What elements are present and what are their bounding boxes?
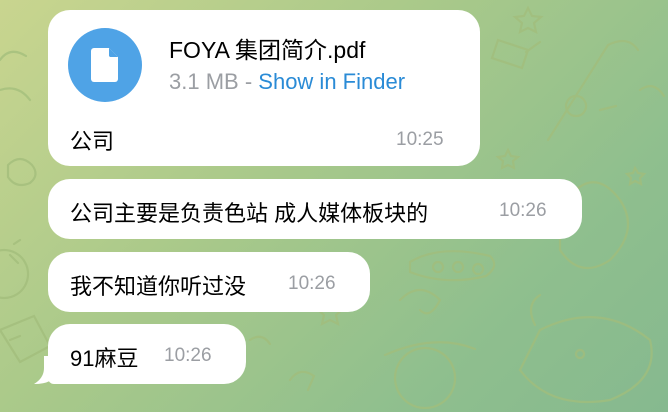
- show-in-finder-link[interactable]: Show in Finder: [258, 69, 405, 94]
- message-bubble[interactable]: 91麻豆 10:26: [48, 324, 246, 384]
- file-meta: 3.1 MB - Show in Finder: [169, 69, 405, 95]
- message-time: 10:26: [164, 345, 212, 366]
- document-icon: [91, 48, 118, 82]
- file-name: FOYA 集团简介.pdf: [169, 37, 366, 63]
- file-caption: 公司: [70, 129, 115, 154]
- message-text: 91麻豆: [70, 346, 139, 371]
- message-text: 公司主要是负责色站 成人媒体板块的: [70, 201, 429, 226]
- message-bubble[interactable]: 公司主要是负责色站 成人媒体板块的 10:26: [48, 179, 582, 239]
- file-download-button[interactable]: [68, 28, 142, 102]
- message-bubble[interactable]: 我不知道你听过没 10:26: [48, 252, 370, 312]
- message-time: 10:26: [499, 200, 547, 221]
- file-meta-separator: -: [244, 69, 253, 94]
- message-time: 10:26: [288, 273, 336, 294]
- message-time: 10:25: [396, 129, 444, 150]
- message-text: 我不知道你听过没: [70, 274, 247, 299]
- bubble-tail: [34, 356, 56, 384]
- file-size: 3.1 MB: [169, 69, 239, 94]
- file-message-bubble[interactable]: FOYA 集团简介.pdf 3.1 MB - Show in Finder 公司…: [48, 10, 480, 166]
